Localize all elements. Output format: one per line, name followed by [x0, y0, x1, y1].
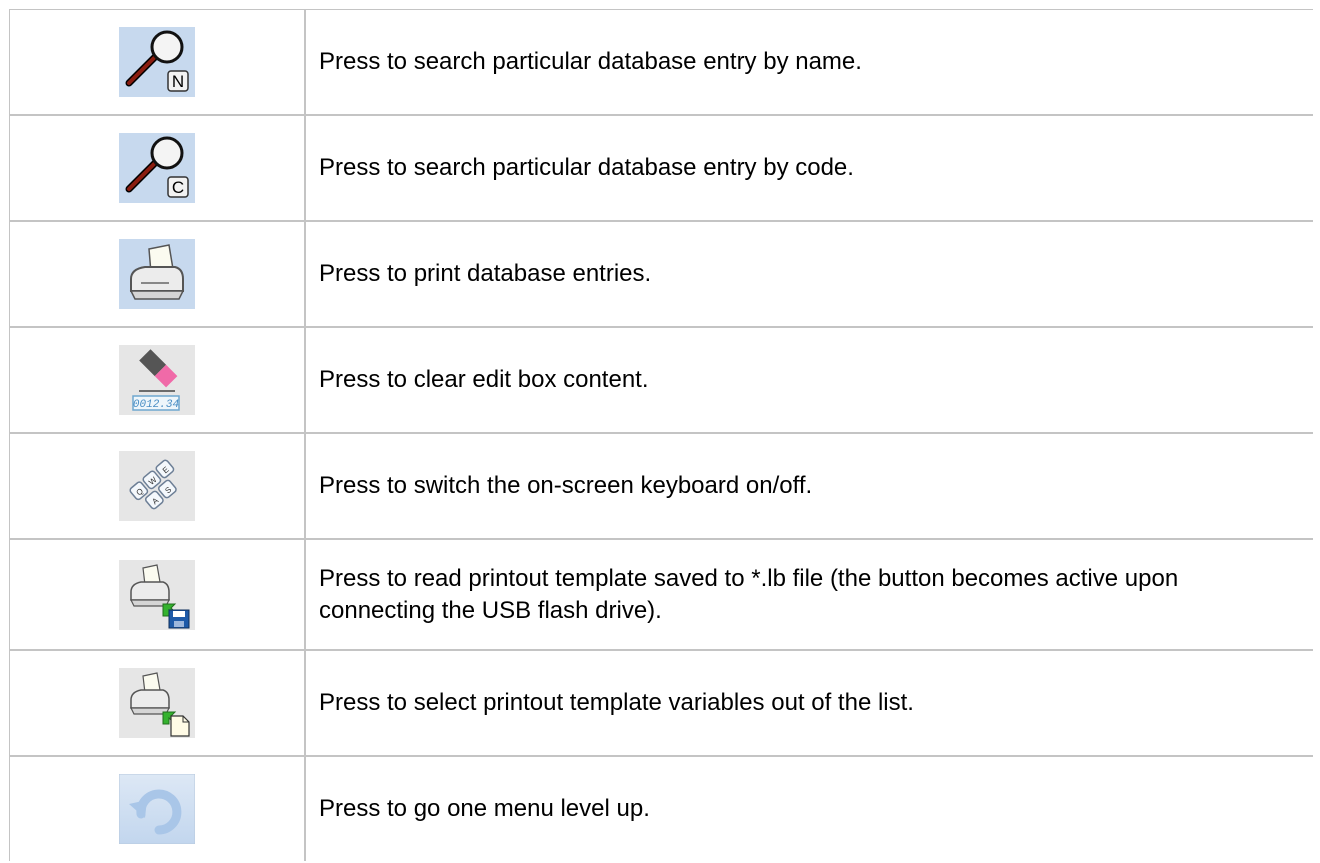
- icon-cell: [9, 538, 306, 651]
- table-row: 0012.34 Press to clear edit box content.: [9, 326, 1313, 434]
- search-by-name-icon: N: [119, 27, 195, 97]
- print-button[interactable]: [119, 239, 195, 309]
- on-screen-keyboard-icon: Q W E A S: [119, 451, 195, 521]
- table-row: C Press to search particular database en…: [9, 114, 1313, 222]
- menu-level-up-icon: [119, 774, 195, 844]
- search-by-code-button[interactable]: C: [119, 133, 195, 203]
- read-template-button[interactable]: [119, 559, 195, 630]
- keyboard-toggle-button[interactable]: Q W E A S: [119, 451, 195, 521]
- icon-cell: [9, 220, 306, 328]
- icon-cell: C: [9, 114, 306, 222]
- clear-edit-box-icon: 0012.34: [119, 345, 195, 415]
- clear-edit-box-button[interactable]: 0012.34: [119, 345, 195, 415]
- read-template-from-usb-icon: [119, 559, 195, 630]
- table-row: Press to read printout template saved to…: [9, 538, 1313, 651]
- printer-icon: [119, 239, 195, 309]
- search-key-letter: N: [172, 72, 184, 91]
- table-row: N Press to search particular database en…: [9, 9, 1313, 116]
- search-key-letter: C: [172, 178, 184, 197]
- icon-description-table: N Press to search particular database en…: [9, 9, 1313, 861]
- icon-cell: Q W E A S: [9, 432, 306, 540]
- search-by-name-button[interactable]: N: [119, 27, 195, 97]
- row-description: Press to search particular database entr…: [304, 114, 1313, 222]
- row-description: Press to go one menu level up.: [304, 755, 1313, 861]
- row-description: Press to search particular database entr…: [304, 9, 1313, 116]
- row-description: Press to switch the on-screen keyboard o…: [304, 432, 1313, 540]
- icon-cell: [9, 755, 306, 861]
- select-template-variables-icon: [119, 668, 195, 738]
- icon-cell: [9, 649, 306, 757]
- row-description: Press to select printout template variab…: [304, 649, 1313, 757]
- table-row: Press to select printout template variab…: [9, 649, 1313, 757]
- icon-cell: 0012.34: [9, 326, 306, 434]
- menu-level-up-button[interactable]: [119, 774, 195, 844]
- select-variables-button[interactable]: [119, 668, 195, 738]
- search-by-code-icon: C: [119, 133, 195, 203]
- edit-box-value: 0012.34: [133, 399, 179, 411]
- row-description: Press to clear edit box content.: [304, 326, 1313, 434]
- row-description: Press to print database entries.: [304, 220, 1313, 328]
- row-description: Press to read printout template saved to…: [304, 538, 1313, 651]
- table-row: Press to go one menu level up.: [9, 755, 1313, 861]
- icon-cell: N: [9, 9, 306, 116]
- table-row: Q W E A S Press to switch the on-screen …: [9, 432, 1313, 540]
- table-row: Press to print database entries.: [9, 220, 1313, 328]
